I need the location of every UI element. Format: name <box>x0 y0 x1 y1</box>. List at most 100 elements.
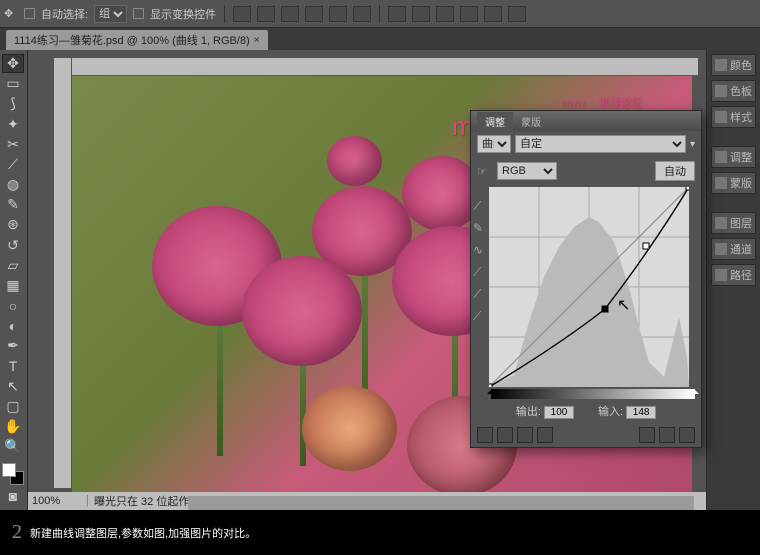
blur-tool[interactable]: ○ <box>2 296 24 315</box>
new-layer-icon[interactable] <box>497 427 513 443</box>
type-tool[interactable]: T <box>2 357 24 376</box>
panel-adjust[interactable]: 调整 <box>711 146 756 168</box>
clip-icon[interactable] <box>517 427 533 443</box>
panel-swatch[interactable]: 色板 <box>711 80 756 102</box>
quickmask-toggle[interactable]: ◙ <box>2 487 24 506</box>
output-field[interactable] <box>544 406 574 419</box>
zoom-tool[interactable]: 🔍 <box>2 437 24 456</box>
input-label: 输入: <box>598 406 623 418</box>
doc-icon <box>715 111 727 123</box>
auto-select-label: 自动选择: <box>41 6 88 22</box>
output-label: 输出: <box>516 406 541 418</box>
foreground-swatch[interactable] <box>2 463 16 477</box>
healing-tool[interactable]: ◍ <box>2 175 24 194</box>
align-btn-3[interactable] <box>281 6 299 22</box>
gradient-tool[interactable]: ▦ <box>2 276 24 295</box>
wand-tool[interactable]: ✦ <box>2 115 24 134</box>
input-field[interactable] <box>626 406 656 419</box>
black-slider[interactable] <box>487 386 495 394</box>
tab-mask[interactable]: 蒙版 <box>513 112 549 131</box>
curves-header[interactable]: 调整 蒙版 <box>471 111 701 131</box>
stamp-tool[interactable]: ⊛ <box>2 215 24 234</box>
preset-row: 曲线 自定 ▾ <box>471 131 701 157</box>
history-brush-tool[interactable]: ↺ <box>2 236 24 255</box>
return-icon[interactable] <box>477 427 493 443</box>
panel-styles[interactable]: 样式 <box>711 106 756 128</box>
dist-btn-3[interactable] <box>436 6 454 22</box>
channel-dropdown[interactable]: RGB <box>497 162 557 180</box>
document-tabs: 1114练习—雏菊花.psd @ 100% (曲线 1, RGB/8) × <box>0 28 760 50</box>
curves-body: ⟋ ✎ ∿ ⟋ ⟋ ⟋ ↖ <box>471 185 701 389</box>
white-slider[interactable] <box>691 386 699 394</box>
close-tab-icon[interactable]: × <box>254 35 260 46</box>
input-gradient[interactable] <box>491 389 695 399</box>
eyedrop-gray-icon[interactable]: ⟋ <box>473 287 487 301</box>
watermark-line1: www. 思缘论坛 <box>452 96 642 110</box>
options-bar: ✥ 自动选择: 组 显示变换控件 <box>0 0 760 28</box>
trash-icon[interactable] <box>679 427 695 443</box>
menu-icon[interactable]: ▾ <box>690 139 695 150</box>
move-tool[interactable]: ✥ <box>2 54 24 73</box>
eyedrop-black-icon[interactable]: ⟋ <box>473 265 487 279</box>
dist-btn-1[interactable] <box>388 6 406 22</box>
separator <box>379 5 380 23</box>
curves-plot[interactable]: ↖ <box>489 187 689 387</box>
doc-tab[interactable]: 1114练习—雏菊花.psd @ 100% (曲线 1, RGB/8) × <box>6 30 268 50</box>
caption-text: 新建曲线调整图层,参数如图,加强图片的对比。 <box>30 525 256 541</box>
on-image-tool-icon[interactable]: ☞ <box>477 165 493 178</box>
curves-panel[interactable]: 调整 蒙版 曲线 自定 ▾ ☞ RGB 自动 ⟋ ✎ ∿ ⟋ ⟋ ⟋ <box>470 110 702 448</box>
dist-btn-2[interactable] <box>412 6 430 22</box>
lasso-tool[interactable]: ⟆ <box>2 94 24 113</box>
smooth-icon[interactable]: ∿ <box>473 243 487 257</box>
ruler-horizontal[interactable] <box>72 58 698 76</box>
align-btn-6[interactable] <box>353 6 371 22</box>
side-tools: ⟋ ✎ ∿ ⟋ ⟋ ⟋ <box>471 185 489 389</box>
align-btn-5[interactable] <box>329 6 347 22</box>
channels-icon <box>715 243 727 255</box>
panel-color[interactable]: 颜色 <box>711 54 756 76</box>
panel-mask[interactable]: 蒙版 <box>711 172 756 194</box>
h-scrollbar[interactable] <box>188 496 694 510</box>
right-panel-dock: 颜色 色板 样式 调整 蒙版 图层 通道 路径 <box>706 50 760 510</box>
panel-paths[interactable]: 路径 <box>711 264 756 286</box>
dist-btn-4[interactable] <box>460 6 478 22</box>
flower <box>327 136 382 186</box>
marquee-tool[interactable]: ▭ <box>2 74 24 93</box>
adjustment-type[interactable]: 曲线 <box>477 135 511 153</box>
pencil-tool-icon[interactable]: ✎ <box>473 221 487 235</box>
ruler-vertical[interactable] <box>54 58 72 488</box>
grid-icon <box>715 85 727 97</box>
pen-tool[interactable]: ✒ <box>2 336 24 355</box>
preset-dropdown[interactable]: 自定 <box>515 135 686 153</box>
align-btn-4[interactable] <box>305 6 323 22</box>
auto-button[interactable]: 自动 <box>655 161 695 181</box>
shape-tool[interactable]: ▢ <box>2 397 24 416</box>
eraser-tool[interactable]: ▱ <box>2 256 24 275</box>
flower-stem <box>217 326 223 456</box>
tab-adjust[interactable]: 调整 <box>477 112 513 131</box>
auto-select-checkbox[interactable] <box>24 8 35 19</box>
curve-tool-icon[interactable]: ⟋ <box>473 199 487 213</box>
align-btn-2[interactable] <box>257 6 275 22</box>
circle-icon <box>715 151 727 163</box>
eyedropper-tool[interactable]: ⟋ <box>2 155 24 174</box>
path-tool[interactable]: ↖ <box>2 377 24 396</box>
color-swatches[interactable] <box>2 463 24 485</box>
prev-icon[interactable] <box>639 427 655 443</box>
dist-btn-6[interactable] <box>508 6 526 22</box>
auto-select-dropdown[interactable]: 组 <box>94 5 127 23</box>
crop-tool[interactable]: ✂ <box>2 135 24 154</box>
curves-footer <box>471 423 701 447</box>
align-btn-1[interactable] <box>233 6 251 22</box>
panel-channels[interactable]: 通道 <box>711 238 756 260</box>
eyedrop-white-icon[interactable]: ⟋ <box>473 309 487 323</box>
zoom-level[interactable]: 100% <box>28 495 88 507</box>
panel-layers[interactable]: 图层 <box>711 212 756 234</box>
hand-tool[interactable]: ✋ <box>2 417 24 436</box>
dodge-tool[interactable]: ◐ <box>2 316 24 335</box>
eye-icon[interactable] <box>537 427 553 443</box>
show-transform-checkbox[interactable] <box>133 8 144 19</box>
brush-tool[interactable]: ✎ <box>2 195 24 214</box>
dist-btn-5[interactable] <box>484 6 502 22</box>
reset-icon[interactable] <box>659 427 675 443</box>
